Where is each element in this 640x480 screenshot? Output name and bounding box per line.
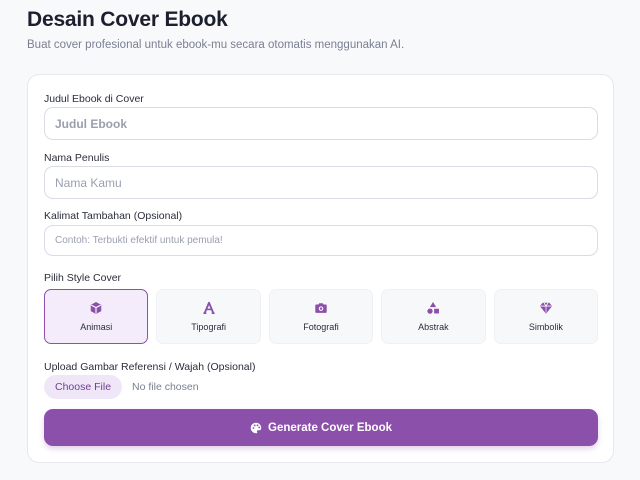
author-name-input[interactable]	[44, 166, 598, 199]
palette-icon	[250, 422, 262, 433]
ebook-title-input[interactable]	[44, 107, 598, 140]
camera-icon	[315, 303, 327, 313]
style-option-label: Animasi	[80, 322, 113, 332]
page-subtitle: Buat cover profesional untuk ebook-mu se…	[27, 39, 405, 51]
tagline-field-label: Kalimat Tambahan (Opsional)	[44, 210, 183, 222]
style-option-fotografi[interactable]: Fotografi	[268, 289, 374, 344]
style-option-label: Tipografi	[191, 322, 226, 332]
tagline-input[interactable]	[44, 225, 598, 256]
style-option-label: Fotografi	[303, 322, 339, 332]
style-section-label: Pilih Style Cover	[44, 272, 122, 284]
file-status-text: No file chosen	[132, 381, 199, 393]
style-option-tipografi[interactable]: Tipografi	[156, 289, 261, 344]
author-field-label: Nama Penulis	[44, 152, 110, 164]
style-option-label: Simbolik	[528, 322, 563, 332]
style-option-label: Abstrak	[418, 322, 449, 332]
file-upload-control: Choose File No file chosen	[44, 375, 199, 399]
style-option-abstrak[interactable]: Abstrak	[381, 289, 486, 344]
title-field-label: Judul Ebook di Cover	[44, 93, 144, 105]
choose-file-button[interactable]: Choose File	[44, 375, 123, 399]
page-title: Desain Cover Ebook	[27, 8, 228, 31]
generate-button-label: Generate Cover Ebook	[268, 421, 392, 434]
generate-cover-button[interactable]: Generate Cover Ebook	[44, 409, 598, 446]
shapes-icon	[427, 302, 440, 314]
font-icon	[202, 301, 215, 314]
style-option-simbolik[interactable]: Simbolik	[493, 289, 599, 344]
upload-field-label: Upload Gambar Referensi / Wajah (Opsiona…	[44, 361, 256, 373]
cover-form-card: Judul Ebook di Cover Nama Penulis Kalima…	[27, 74, 614, 463]
style-option-animasi[interactable]: Animasi	[44, 289, 149, 344]
gem-icon	[539, 302, 552, 314]
style-options: Animasi Tipografi Fotografi Abstrak Simb…	[44, 289, 599, 344]
cube-icon	[90, 302, 102, 314]
